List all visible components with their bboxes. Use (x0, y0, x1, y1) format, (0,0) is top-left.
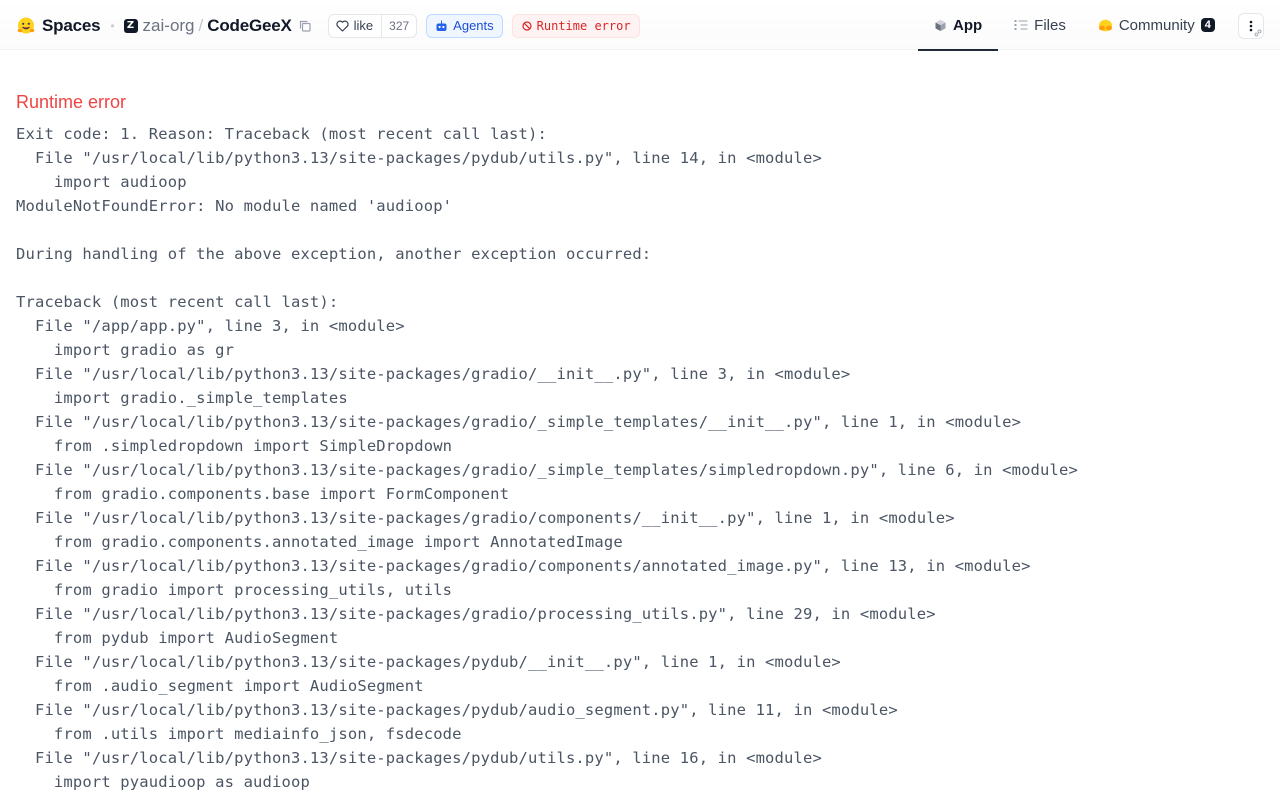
agents-label: Agents (453, 18, 494, 33)
traceback-line: File "/usr/local/lib/python3.13/site-pac… (16, 149, 822, 167)
org-avatar-icon: Z (123, 18, 138, 33)
runtime-error-title: Runtime error (16, 92, 127, 112)
traceback-line: File "/usr/local/lib/python3.13/site-pac… (16, 749, 822, 767)
traceback-line (16, 266, 1266, 290)
traceback-line: Exit code: 1. Reason: Traceback (most re… (16, 125, 547, 143)
tab-files-label: Files (1034, 16, 1066, 34)
heart-icon (336, 20, 349, 32)
traceback-line: from gradio import processing_utils, uti… (16, 581, 453, 599)
community-icon (1098, 19, 1112, 32)
traceback-line: from .audio_segment import AudioSegment (16, 677, 424, 695)
files-icon (1014, 20, 1028, 30)
cube-icon (935, 19, 946, 31)
community-count-badge: 4 (1200, 18, 1215, 32)
traceback-line: import audioop (16, 173, 187, 191)
traceback-line: File "/usr/local/lib/python3.13/site-pac… (16, 605, 936, 623)
traceback-line: File "/usr/local/lib/python3.13/site-pac… (16, 413, 1022, 431)
status-badge: Runtime error (511, 13, 640, 38)
traceback-line: import pyaudioop as audioop (16, 773, 310, 791)
top-header: Spaces • Z zai-org / CodeGeeX like 327 A… (0, 0, 1280, 51)
breadcrumb-separator: • (110, 18, 115, 33)
error-traceback: Exit code: 1. Reason: Traceback (most re… (16, 122, 1266, 794)
link-icon (1254, 29, 1262, 37)
space-nav-tabs: App Files Community 4 (918, 0, 1231, 51)
traceback-line: from .simpledropdown import SimpleDropdo… (16, 437, 453, 455)
traceback-line: File "/usr/local/lib/python3.13/site-pac… (16, 365, 851, 383)
traceback-line: import gradio as gr (16, 341, 235, 359)
status-label: Runtime error (536, 18, 631, 33)
tab-community-label: Community (1118, 16, 1195, 34)
error-circle-icon (522, 20, 532, 31)
space-breadcrumb: Spaces • Z zai-org / CodeGeeX like 327 A… (16, 12, 640, 39)
robot-icon (436, 20, 447, 31)
org-link[interactable]: zai-org (143, 16, 195, 36)
like-count[interactable]: 327 (381, 14, 416, 37)
like-toggle[interactable]: like (329, 15, 382, 37)
spaces-link[interactable]: Spaces (42, 16, 101, 36)
tab-app[interactable]: App (918, 0, 999, 51)
traceback-line: from .utils import mediainfo_json, fsdec… (16, 725, 462, 743)
copy-icon[interactable] (298, 19, 312, 33)
traceback-line: from pydub import AudioSegment (16, 629, 339, 647)
traceback-line: from gradio.components.annotated_image i… (16, 533, 623, 551)
tab-community[interactable]: Community 4 (1082, 0, 1231, 50)
traceback-line: Traceback (most recent call last): (16, 293, 339, 311)
hugging-face-logo-icon[interactable] (16, 16, 36, 36)
traceback-line: File "/usr/local/lib/python3.13/site-pac… (16, 461, 1078, 479)
like-label: like (353, 18, 374, 33)
traceback-line: File "/usr/local/lib/python3.13/site-pac… (16, 557, 1031, 575)
path-slash: / (198, 15, 204, 35)
agents-button[interactable]: Agents (426, 13, 503, 38)
traceback-line (16, 218, 1266, 242)
traceback-line: from gradio.components.base import FormC… (16, 485, 510, 503)
traceback-line: File "/usr/local/lib/python3.13/site-pac… (16, 701, 898, 719)
tab-files[interactable]: Files (998, 0, 1082, 50)
tab-app-label: App (953, 16, 983, 34)
traceback-line: During handling of the above exception, … (16, 245, 652, 263)
traceback-line: File "/usr/local/lib/python3.13/site-pac… (16, 653, 841, 671)
traceback-line: File "/app/app.py", line 3, in <module> (16, 317, 405, 335)
traceback-line: import gradio._simple_templates (16, 389, 348, 407)
traceback-line: File "/usr/local/lib/python3.13/site-pac… (16, 509, 955, 527)
like-button[interactable]: like 327 (327, 13, 418, 38)
repo-link[interactable]: CodeGeeX (207, 16, 292, 36)
traceback-line: ModuleNotFoundError: No module named 'au… (16, 197, 453, 215)
